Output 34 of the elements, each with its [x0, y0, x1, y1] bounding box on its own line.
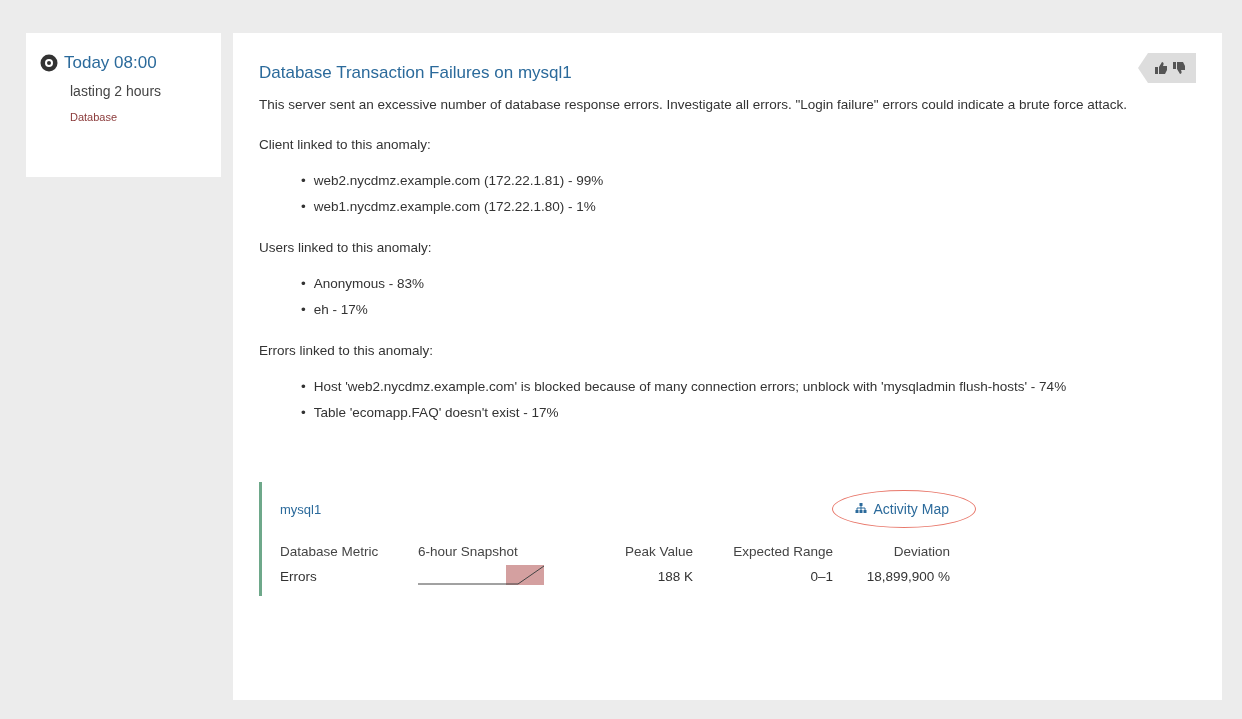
table-cell-text: 188 K [656, 568, 693, 586]
list-item: eh - 17% [313, 301, 368, 319]
column-header: 6-hour Snapshot [417, 543, 519, 561]
section-heading: Errors linked to this anomaly: [259, 343, 435, 358]
list-item: Host 'web2.nycdmz.example.com' is blocked because of many connection errors; unblock with 'mysqladmin flush-hosts' - 74% [313, 378, 1067, 396]
thumbs-up-icon[interactable] [1154, 61, 1168, 75]
column-header: Expected Range [693, 540, 834, 563]
bullet: • [301, 198, 306, 216]
column-header: Peak Value [623, 543, 693, 561]
event-category: Database [70, 111, 119, 123]
event-time[interactable]: Today 08:00 [64, 53, 157, 73]
table-cell: Errors [280, 563, 418, 590]
list-item: Anonymous - 83% [313, 275, 425, 293]
table-cell: 18,899,900 % [833, 563, 950, 590]
list-item: Table 'ecomapp.FAQ' doesn't exist - 17% [313, 404, 559, 422]
bullet: • [301, 378, 306, 396]
column-header: Database Metric [280, 540, 418, 563]
section-heading: Users linked to this anomaly: [259, 240, 433, 255]
detail-title[interactable]: Database Transaction Failures on mysql1 [259, 63, 572, 83]
bullet: • [301, 301, 306, 319]
list-item: web1.nycdmz.example.com (172.22.1.80) - 1% [313, 198, 596, 216]
activity-map-link[interactable]: Activity Map [873, 501, 949, 517]
bullet: • [301, 172, 306, 190]
bullet: • [301, 275, 306, 293]
event-duration: lasting 2 hours [70, 83, 163, 99]
description-text: This server sent an excessive number of database response errors. Investigate all errors. "Login failure" errors could indicate a brute force attack. [259, 96, 1128, 114]
device-link[interactable]: mysql1 [280, 501, 322, 517]
bullet: • [301, 404, 306, 422]
table-cell: 0–1 [693, 563, 834, 590]
section-heading: Client linked to this anomaly: [259, 137, 432, 152]
list-item: web2.nycdmz.example.com (172.22.1.81) - 99% [313, 172, 604, 190]
thumbs-down-icon[interactable] [1172, 61, 1186, 75]
column-header: Deviation [833, 540, 950, 563]
hierarchy-icon [854, 503, 867, 515]
